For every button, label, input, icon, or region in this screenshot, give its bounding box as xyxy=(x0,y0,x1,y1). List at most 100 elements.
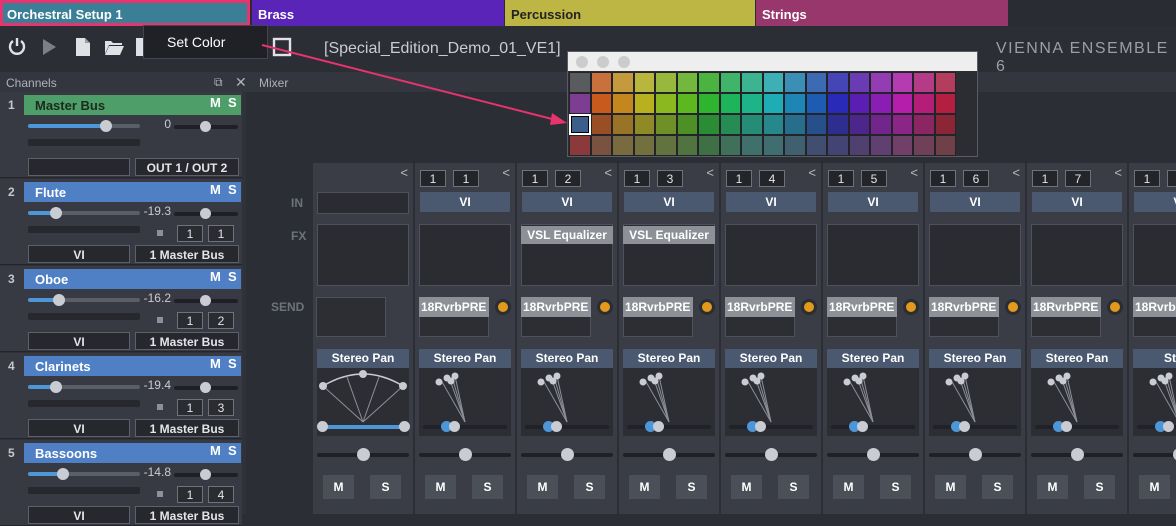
send-level-knob[interactable] xyxy=(801,299,817,315)
color-swatch[interactable] xyxy=(741,135,763,156)
output-routing[interactable]: 1 Master Bus xyxy=(135,245,239,263)
window-zoom-dot[interactable] xyxy=(618,56,630,68)
color-swatch[interactable] xyxy=(784,135,806,156)
send-button[interactable]: 18RvrbPRE xyxy=(521,297,591,317)
color-swatch[interactable] xyxy=(805,135,827,156)
color-swatch[interactable] xyxy=(827,93,849,114)
fader-knob[interactable] xyxy=(969,448,982,461)
collapse-chevron-icon[interactable]: < xyxy=(1012,165,1020,180)
color-swatch[interactable] xyxy=(762,114,784,135)
input-port[interactable]: 1 xyxy=(453,170,479,187)
fader-knob[interactable] xyxy=(50,381,62,393)
pan-type-button[interactable]: Stereo Pan xyxy=(419,349,511,368)
color-swatch[interactable] xyxy=(719,72,741,93)
color-swatch[interactable] xyxy=(655,135,677,156)
fader-knob[interactable] xyxy=(1071,448,1084,461)
color-swatch[interactable] xyxy=(891,135,913,156)
color-swatch[interactable] xyxy=(762,93,784,114)
color-swatch[interactable] xyxy=(676,114,698,135)
color-swatch[interactable] xyxy=(633,72,655,93)
solo-button[interactable]: S xyxy=(228,356,237,371)
pan-slider[interactable] xyxy=(174,382,238,393)
channel-name[interactable]: Oboe xyxy=(24,269,241,289)
color-swatch[interactable] xyxy=(719,93,741,114)
window-close-dot[interactable] xyxy=(576,56,588,68)
color-swatch[interactable] xyxy=(655,72,677,93)
color-swatch[interactable] xyxy=(805,114,827,135)
mute-button[interactable]: M xyxy=(629,475,660,499)
color-swatch[interactable] xyxy=(784,72,806,93)
input-channel[interactable]: 1 xyxy=(177,486,203,503)
solo-button[interactable]: S xyxy=(228,443,237,458)
pan-type-button[interactable]: Stereo Pan xyxy=(725,349,817,368)
color-swatch[interactable] xyxy=(848,93,870,114)
input-channel[interactable]: 1 xyxy=(177,225,203,242)
color-swatch[interactable] xyxy=(891,72,913,93)
close-icon[interactable]: ✕ xyxy=(235,74,247,91)
input-type-button[interactable]: VI xyxy=(726,192,816,212)
input-type-button[interactable]: VI xyxy=(1134,192,1176,212)
in-slot[interactable] xyxy=(317,192,409,214)
input-channel[interactable]: 1 xyxy=(828,170,854,187)
color-swatch[interactable] xyxy=(870,93,892,114)
send-slot[interactable] xyxy=(316,297,386,337)
send-button[interactable]: 18RvrbPRE xyxy=(419,297,489,317)
fx-slot[interactable] xyxy=(827,224,919,286)
volume-fader[interactable] xyxy=(28,120,140,132)
fx-slot[interactable] xyxy=(317,224,409,286)
solo-button[interactable]: S xyxy=(228,269,237,284)
color-swatch[interactable] xyxy=(676,93,698,114)
color-swatch[interactable] xyxy=(891,114,913,135)
input-type[interactable]: VI xyxy=(28,245,130,263)
width-slider[interactable] xyxy=(933,421,1017,432)
input-type-button[interactable]: VI xyxy=(1032,192,1122,212)
volume-fader[interactable] xyxy=(1133,448,1176,461)
input-type-button[interactable]: VI xyxy=(624,192,714,212)
collapse-chevron-icon[interactable]: < xyxy=(808,165,816,180)
pan-slider[interactable] xyxy=(174,208,238,219)
fader-knob[interactable] xyxy=(50,207,62,219)
pan-type-button[interactable]: Stere xyxy=(1133,349,1176,368)
width-slider[interactable] xyxy=(525,421,609,432)
pan-knob[interactable] xyxy=(200,121,211,132)
width-slider[interactable] xyxy=(317,421,410,432)
input-port[interactable]: 2 xyxy=(555,170,581,187)
pan-knob[interactable] xyxy=(200,295,211,306)
send-level-knob[interactable] xyxy=(495,299,511,315)
mute-button[interactable]: M xyxy=(833,475,864,499)
input-channel[interactable]: 1 xyxy=(1032,170,1058,187)
input-type-button[interactable]: VI xyxy=(930,192,1020,212)
input-port[interactable]: 6 xyxy=(963,170,989,187)
color-swatch[interactable] xyxy=(913,114,935,135)
input-channel[interactable]: 1 xyxy=(726,170,752,187)
input-port[interactable]: 7 xyxy=(1065,170,1091,187)
color-swatch[interactable] xyxy=(590,135,612,156)
tab-orchestral-setup-1[interactable]: Orchestral Setup 1 xyxy=(0,0,250,26)
color-swatch[interactable] xyxy=(891,93,913,114)
color-swatch[interactable] xyxy=(934,72,956,93)
collapse-chevron-icon[interactable]: < xyxy=(400,165,408,180)
mute-button[interactable]: M xyxy=(1037,475,1068,499)
color-swatch[interactable] xyxy=(590,72,612,93)
detach-icon[interactable]: ⧉ xyxy=(214,75,223,90)
fader-knob[interactable] xyxy=(561,448,574,461)
channel-name[interactable]: Flute xyxy=(24,182,241,202)
input-port[interactable]: 1 xyxy=(208,225,234,242)
color-swatch[interactable] xyxy=(870,135,892,156)
width-slider[interactable] xyxy=(1035,421,1119,432)
fader-knob[interactable] xyxy=(765,448,778,461)
solo-button[interactable]: S xyxy=(228,182,237,197)
input-type-button[interactable]: VI xyxy=(420,192,510,212)
send-level-knob[interactable] xyxy=(1107,299,1123,315)
solo-button[interactable]: S xyxy=(574,475,605,499)
set-color-menu-item[interactable]: Set Color xyxy=(167,34,225,50)
pan-type-button[interactable]: Stereo Pan xyxy=(317,349,409,368)
channel-row[interactable]: 5 Bassoons M S -14.8 1 4 VI 1 Master Bus xyxy=(0,440,242,526)
new-file-icon[interactable] xyxy=(72,36,94,58)
power-icon[interactable] xyxy=(6,36,28,58)
color-swatch[interactable] xyxy=(784,93,806,114)
channel-row[interactable]: 3 Oboe M S -16.2 1 2 VI 1 Master Bus xyxy=(0,266,242,352)
window-icon[interactable] xyxy=(271,36,293,58)
solo-button[interactable]: S xyxy=(880,475,911,499)
solo-button[interactable]: S xyxy=(472,475,503,499)
